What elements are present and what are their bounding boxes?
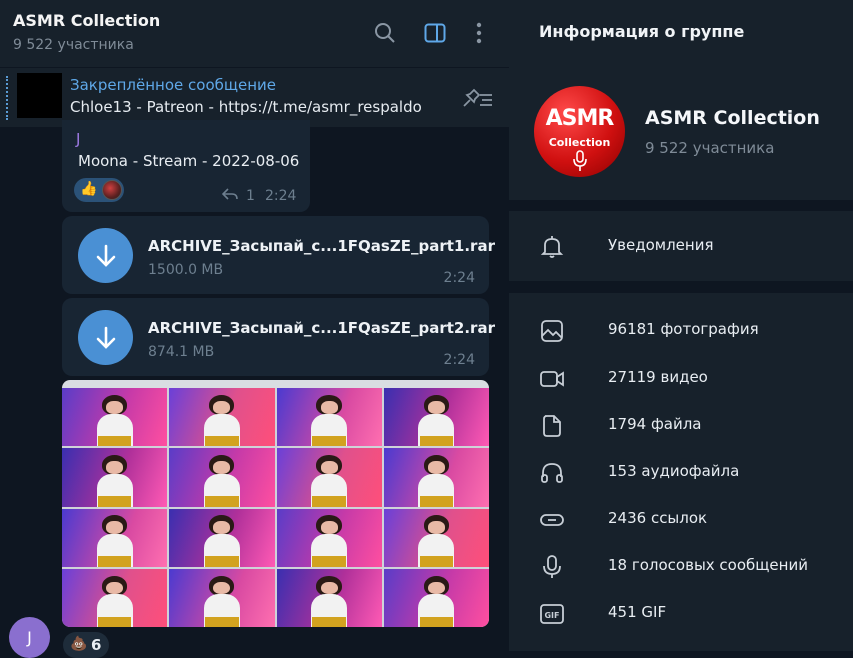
video-thumbnail bbox=[383, 568, 489, 627]
chat-member-count: 9 522 участника bbox=[13, 37, 134, 53]
group-profile-section: Информация о группе ASMR Collection ASMR… bbox=[509, 0, 853, 200]
chat-title: ASMR Collection bbox=[13, 11, 161, 30]
media-row-video[interactable]: 27119 видео bbox=[509, 355, 853, 401]
headphones-icon bbox=[539, 460, 565, 486]
search-icon[interactable] bbox=[373, 21, 397, 45]
pinned-text: Chloe13 - Patreon - https://t.me/asmr_re… bbox=[70, 98, 422, 116]
message-bubble[interactable]: J Moona - Stream - 2022-08-06 👍 1 2:24 bbox=[62, 120, 310, 212]
avatar-text-sub: Collection bbox=[548, 136, 611, 149]
media-row-headphones[interactable]: 153 аудиофайла bbox=[509, 449, 853, 495]
more-options-icon[interactable] bbox=[467, 21, 491, 45]
video-thumbnail bbox=[383, 388, 489, 447]
pinned-list-icon[interactable] bbox=[460, 86, 494, 110]
media-row-label: 18 голосовых сообщений bbox=[608, 556, 808, 574]
message-time: 2:24 bbox=[443, 352, 475, 368]
file-size: 1500.0 MB bbox=[148, 262, 224, 278]
video-thumbnail bbox=[62, 568, 168, 627]
chat-pane: ASMR Collection 9 522 участника Закреплё… bbox=[0, 0, 509, 658]
media-row-link[interactable]: 2436 ссылок bbox=[509, 496, 853, 542]
video-thumbnail bbox=[383, 508, 489, 567]
group-member-count: 9 522 участника bbox=[645, 139, 775, 157]
shared-media-section: 96181 фотография 27119 видео 1794 файла 153… bbox=[509, 293, 853, 651]
media-row-label: 1794 файла bbox=[608, 415, 702, 433]
media-row-label: 96181 фотография bbox=[608, 320, 759, 338]
sidebar-toggle-icon[interactable] bbox=[423, 21, 447, 45]
file-icon bbox=[539, 413, 565, 439]
media-row-gif[interactable]: GIF 451 GIF bbox=[509, 590, 853, 636]
group-info-panel: Информация о группе ASMR Collection ASMR… bbox=[509, 0, 853, 658]
media-row-label: 27119 видео bbox=[608, 368, 708, 386]
media-row-file[interactable]: 1794 файла bbox=[509, 402, 853, 448]
group-name: ASMR Collection bbox=[645, 107, 820, 129]
video-thumbnail bbox=[276, 388, 382, 447]
media-row-microphone[interactable]: 18 голосовых сообщений bbox=[509, 543, 853, 589]
link-icon bbox=[539, 507, 565, 533]
video-thumbnail bbox=[383, 448, 489, 507]
gif-icon: GIF bbox=[539, 601, 565, 627]
notifications-section: Уведомления bbox=[509, 211, 853, 281]
video-icon bbox=[539, 366, 565, 392]
pinned-thumbnail bbox=[17, 73, 62, 118]
file-message[interactable]: ARCHIVE_Засыпай_с...1FQasZE_part2.rar 87… bbox=[62, 298, 495, 376]
notifications-label: Уведомления bbox=[608, 236, 714, 254]
file-name[interactable]: ARCHIVE_Засыпай_с...1FQasZE_part1.rar bbox=[148, 237, 495, 255]
reactor-avatar bbox=[102, 180, 122, 200]
photo-message[interactable] bbox=[62, 380, 489, 627]
video-thumbnail bbox=[169, 568, 275, 627]
video-thumbnail bbox=[62, 448, 168, 507]
video-thumbnail bbox=[62, 388, 168, 447]
file-message[interactable]: ARCHIVE_Засыпай_с...1FQasZE_part1.rar 15… bbox=[62, 216, 495, 294]
reaction-poop[interactable]: 💩 6 bbox=[63, 632, 109, 658]
file-name[interactable]: ARCHIVE_Засыпай_с...1FQasZE_part2.rar bbox=[148, 319, 495, 337]
reaction-count: 6 bbox=[91, 636, 102, 654]
video-thumbnail bbox=[169, 508, 275, 567]
video-thumbnail bbox=[276, 568, 382, 627]
pinned-label: Закреплённое сообщение bbox=[70, 76, 277, 94]
notifications-row[interactable]: Уведомления bbox=[509, 223, 853, 269]
avatar-text-main: ASMR bbox=[545, 106, 615, 131]
thumbs-up-icon: 👍 bbox=[80, 181, 98, 197]
pinned-indicator bbox=[6, 76, 8, 120]
file-size: 874.1 MB bbox=[148, 344, 215, 360]
photo-icon bbox=[539, 318, 565, 344]
poop-icon: 💩 bbox=[70, 636, 88, 652]
svg-text:GIF: GIF bbox=[544, 611, 559, 620]
message-text: Moona - Stream - 2022-08-06 bbox=[78, 152, 300, 170]
message-time: 2:24 bbox=[265, 188, 297, 204]
message-time: 2:24 bbox=[443, 270, 475, 286]
media-row-label: 153 аудиофайла bbox=[608, 462, 740, 480]
group-avatar[interactable]: ASMR Collection bbox=[534, 86, 625, 177]
microphone-icon bbox=[539, 554, 565, 580]
download-button[interactable] bbox=[78, 310, 133, 365]
bell-icon bbox=[539, 234, 565, 260]
pinned-message-bar[interactable]: Закреплённое сообщение Chloe13 - Patreon… bbox=[0, 67, 509, 127]
telegram-window: ASMR Collection 9 522 участника Закреплё… bbox=[0, 0, 853, 658]
chat-header[interactable]: ASMR Collection 9 522 участника bbox=[0, 0, 509, 67]
media-row-photo[interactable]: 96181 фотография bbox=[509, 307, 853, 353]
message-author: J bbox=[76, 130, 81, 148]
video-thumbnail bbox=[62, 508, 168, 567]
reply-count[interactable]: 1 bbox=[246, 188, 255, 204]
download-button[interactable] bbox=[78, 228, 133, 283]
panel-title: Информация о группе bbox=[539, 22, 745, 41]
reaction-thumbs-up[interactable]: 👍 bbox=[74, 178, 124, 202]
video-thumbnail bbox=[276, 448, 382, 507]
reply-icon[interactable] bbox=[221, 186, 238, 200]
media-row-label: 2436 ссылок bbox=[608, 509, 708, 527]
video-thumbnail bbox=[169, 388, 275, 447]
microphone-icon bbox=[573, 150, 587, 171]
thumbnail-grid bbox=[62, 388, 489, 627]
media-row-label: 451 GIF bbox=[608, 603, 667, 621]
photo-header-strip bbox=[62, 380, 489, 388]
sender-avatar[interactable]: J bbox=[9, 617, 50, 658]
video-thumbnail bbox=[169, 448, 275, 507]
video-thumbnail bbox=[276, 508, 382, 567]
